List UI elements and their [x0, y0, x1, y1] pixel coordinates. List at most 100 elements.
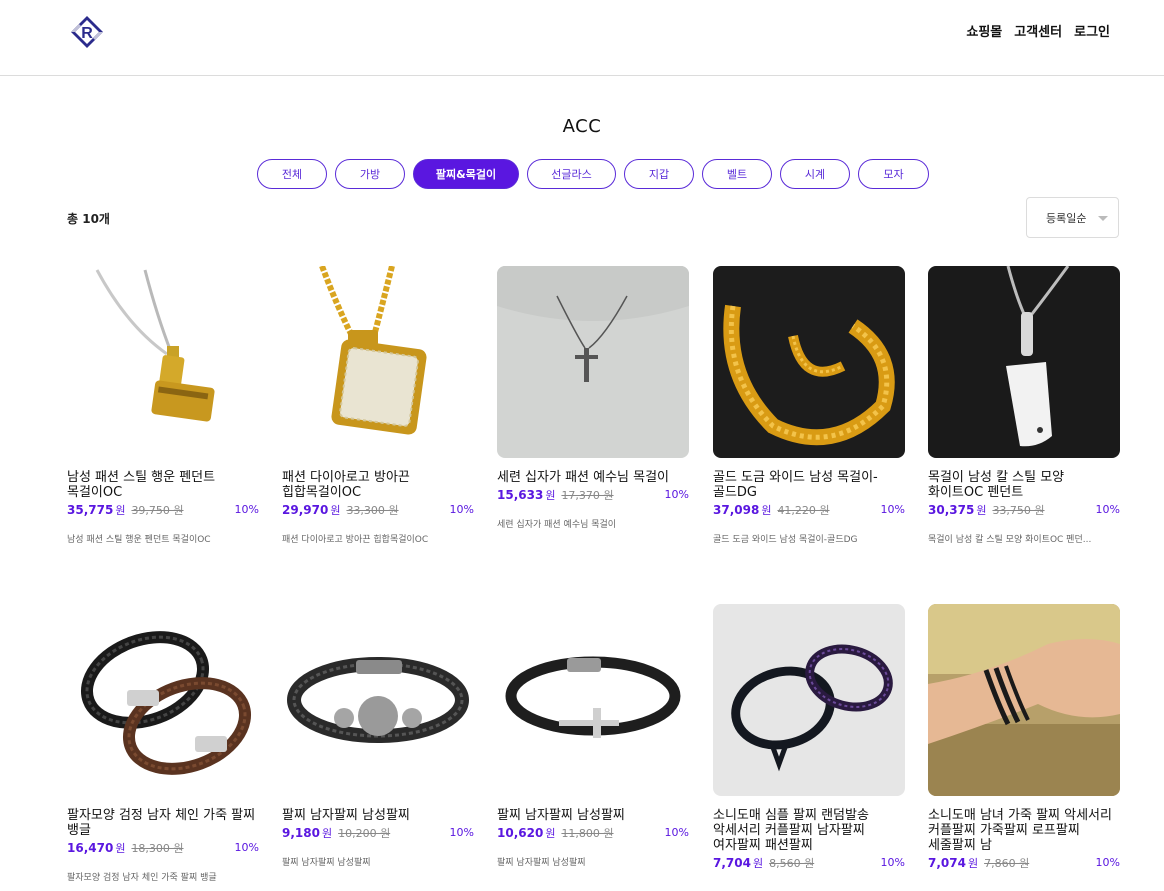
- currency-unit: 원: [330, 504, 341, 517]
- product-card[interactable]: 남성 패션 스틸 행운 펜던트 목걸이OC 35,775 원 39,750 원 10…: [67, 266, 259, 545]
- original-price: 33,750 원: [992, 504, 1045, 517]
- total-count: 총 10개: [67, 212, 110, 226]
- category-tabs: 전체 가방 팔찌&목걸이 선글라스 지갑 벨트 시계 모자: [257, 159, 929, 189]
- product-card[interactable]: 소니도매 심플 팔찌 랜덤발송 악세서리 커플팔찌 남자팔찌 여자팔찌 패션팔찌…: [713, 604, 905, 873]
- product-card[interactable]: 소니도매 남녀 가죽 팔찌 악세서리 커플팔찌 가죽팔찌 로프팔찌 세줄팔찌 남…: [928, 604, 1120, 873]
- sale-price: 16,470: [67, 841, 114, 855]
- original-price: 17,370 원: [561, 489, 614, 502]
- currency-unit: 원: [752, 857, 764, 870]
- currency-unit: 원: [321, 827, 333, 840]
- product-card[interactable]: 팔자모양 검정 남자 체인 가죽 팔찌 뱅글 16,470 원 18,300 원 1…: [67, 604, 259, 883]
- price-row: 9,180 원 10,200 원 10%: [282, 825, 474, 843]
- sale-price: 29,970: [282, 503, 329, 517]
- price-row: 30,375 원 33,750 원 10%: [928, 502, 1120, 520]
- product-name[interactable]: 소니도매 남녀 가죽 팔찌 악세서리 커플팔찌 가죽팔찌 로프팔찌 세줄팔찌 남: [928, 808, 1120, 853]
- product-card[interactable]: 팔찌 남자팔찌 남성팔찌 9,180 원 10,200 원 10% 팔찌 남자팔찌 …: [282, 604, 474, 868]
- page-title: ACC: [562, 116, 602, 137]
- tab-bags[interactable]: 가방: [335, 159, 405, 189]
- product-name[interactable]: 남성 패션 스틸 행운 펜던트 목걸이OC: [67, 470, 259, 500]
- product-image-skull-bracelet[interactable]: [282, 604, 474, 796]
- product-name[interactable]: 골드 도금 와이드 남성 목걸이-골드DG: [713, 470, 905, 500]
- product-name[interactable]: 패션 다이아로고 방아끈 힙합목걸이OC: [282, 470, 474, 500]
- original-price: 39,750 원: [131, 504, 184, 517]
- currency-unit: 원: [761, 504, 772, 517]
- tab-watches[interactable]: 시계: [780, 159, 850, 189]
- product-card[interactable]: 패션 다이아로고 방아끈 힙합목걸이OC 29,970 원 33,300 원 10%…: [282, 266, 474, 545]
- product-summary: 팔찌 남자팔찌 남성팔찌: [282, 858, 371, 868]
- sale-price: 30,375: [928, 503, 975, 517]
- product-name[interactable]: 세련 십자가 패션 예수님 목걸이: [497, 470, 689, 485]
- original-price: 7,860 원: [984, 857, 1030, 870]
- currency-unit: 원: [115, 842, 126, 855]
- svg-text:R: R: [81, 25, 93, 42]
- discount-rate: 10%: [234, 841, 259, 854]
- product-image-diamond-necklace[interactable]: [282, 266, 474, 458]
- discount-rate: 10%: [880, 503, 905, 516]
- product-name[interactable]: 소니도매 심플 팔찌 랜덤발송 악세서리 커플팔찌 남자팔찌 여자팔찌 패션팔찌: [713, 808, 905, 853]
- product-name[interactable]: 팔찌 남자팔찌 남성팔찌: [497, 808, 689, 823]
- discount-rate: 10%: [449, 503, 474, 516]
- price-row: 10,620 원 11,800 원 10%: [497, 825, 689, 843]
- product-name[interactable]: 팔자모양 검정 남자 체인 가죽 팔찌 뱅글: [67, 808, 259, 838]
- product-image-infinity-bracelets[interactable]: [67, 604, 259, 796]
- tab-wallets[interactable]: 지갑: [624, 159, 694, 189]
- discount-rate: 10%: [234, 503, 259, 516]
- discount-rate: 10%: [1095, 856, 1120, 869]
- product-image-cross-necklace[interactable]: [497, 266, 689, 458]
- product-summary: 남성 패션 스틸 행운 펜던트 목걸이OC: [67, 535, 211, 545]
- currency-unit: 원: [545, 489, 556, 502]
- product-card[interactable]: 팔찌 남자팔찌 남성팔찌 10,620 원 11,800 원 10% 팔찌 남자팔찌…: [497, 604, 689, 868]
- nav-shopping-mall[interactable]: 쇼핑몰: [966, 24, 1002, 42]
- original-price: 11,800 원: [561, 827, 614, 840]
- top-nav: 쇼핑몰 고객센터 로그인: [966, 24, 1110, 42]
- tab-sunglasses[interactable]: 선글라스: [527, 159, 616, 189]
- discount-rate: 10%: [664, 488, 689, 501]
- site-header: R 쇼핑몰 고객센터 로그인: [0, 0, 1164, 76]
- original-price: 8,560 원: [769, 857, 815, 870]
- currency-unit: 원: [545, 827, 556, 840]
- discount-rate: 10%: [664, 826, 689, 839]
- price-row: 16,470 원 18,300 원 10%: [67, 840, 259, 858]
- original-price: 10,200 원: [338, 827, 391, 840]
- product-summary: 목걸이 남성 칼 스틸 모양 화이트OC 펜던...: [928, 535, 1092, 545]
- product-image-gold-chain[interactable]: [713, 266, 905, 458]
- sort-select[interactable]: 등록일순: [1026, 197, 1119, 238]
- sale-price: 7,704: [713, 856, 751, 870]
- product-card[interactable]: 골드 도금 와이드 남성 목걸이-골드DG 37,098 원 41,220 원 10…: [713, 266, 905, 545]
- chevron-down-icon: [1098, 216, 1108, 221]
- product-summary: 세련 십자가 패션 예수님 목걸이: [497, 520, 617, 530]
- product-summary: 패션 다이아로고 방아끈 힙합목걸이OC: [282, 535, 429, 545]
- tab-bracelets-necklaces[interactable]: 팔찌&목걸이: [413, 159, 519, 189]
- product-image-cross-bracelet[interactable]: [497, 604, 689, 796]
- product-card[interactable]: 목걸이 남성 칼 스틸 모양 화이트OC 펜던트 30,375 원 33,750 원…: [928, 266, 1120, 545]
- product-summary: 팔찌 남자팔찌 남성팔찌: [497, 858, 586, 868]
- discount-rate: 10%: [449, 826, 474, 839]
- original-price: 41,220 원: [777, 504, 830, 517]
- currency-unit: 원: [967, 857, 979, 870]
- sale-price: 7,074: [928, 856, 966, 870]
- product-image-anchor-bracelets[interactable]: [713, 604, 905, 796]
- brand-logo-icon[interactable]: R: [69, 14, 105, 50]
- discount-rate: 10%: [1095, 503, 1120, 516]
- tab-all[interactable]: 전체: [257, 159, 327, 189]
- sale-price: 10,620: [497, 826, 544, 840]
- price-row: 15,633 원 17,370 원 10%: [497, 487, 689, 505]
- currency-unit: 원: [115, 504, 126, 517]
- sort-select-value: 등록일순: [1046, 211, 1087, 225]
- tab-hats[interactable]: 모자: [858, 159, 929, 189]
- product-image-knife-necklace[interactable]: [928, 266, 1120, 458]
- product-image-wrist-bracelet[interactable]: [928, 604, 1120, 796]
- sale-price: 35,775: [67, 503, 114, 517]
- nav-customer-center[interactable]: 고객센터: [1014, 24, 1062, 42]
- price-row: 35,775 원 39,750 원 10%: [67, 502, 259, 520]
- tab-belts[interactable]: 벨트: [702, 159, 772, 189]
- product-summary: 골드 도금 와이드 남성 목걸이-골드DG: [713, 535, 858, 545]
- product-image-hammer-necklace[interactable]: [67, 266, 259, 458]
- product-name[interactable]: 목걸이 남성 칼 스틸 모양 화이트OC 펜던트: [928, 470, 1120, 500]
- nav-login[interactable]: 로그인: [1074, 24, 1110, 42]
- product-name[interactable]: 팔찌 남자팔찌 남성팔찌: [282, 808, 474, 823]
- sale-price: 15,633: [497, 488, 544, 502]
- product-card[interactable]: 세련 십자가 패션 예수님 목걸이 15,633 원 17,370 원 10% 세련…: [497, 266, 689, 530]
- price-row: 7,704 원 8,560 원 10%: [713, 855, 905, 873]
- sale-price: 9,180: [282, 826, 320, 840]
